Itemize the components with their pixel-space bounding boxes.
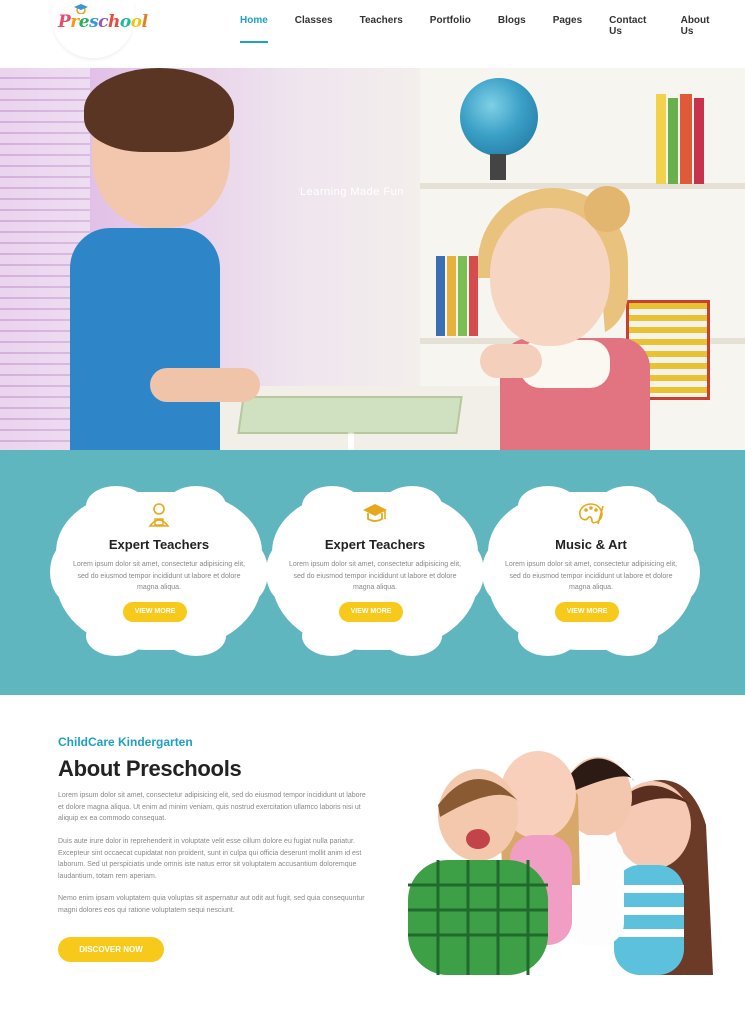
nav-item-teachers[interactable]: Teachers [360, 15, 403, 37]
nav-item-contact-us[interactable]: Contact Us [609, 15, 653, 37]
about-paragraph: Duis aute irure dolor in reprehenderit i… [58, 838, 362, 880]
discover-now-button[interactable]: DISCOVER NOW [58, 937, 164, 962]
about-title: About Preschools [58, 756, 242, 781]
features-section: Expert Teachers Lorem ipsum dolor sit ame… [0, 450, 745, 695]
feature-card: Expert Teachers Lorem ipsum dolor sit ame… [50, 486, 268, 656]
graduation-cap-icon [272, 502, 478, 528]
nav-item-pages[interactable]: Pages [553, 15, 582, 37]
feature-text: Lorem ipsum dolor sit amet, consectetur … [73, 561, 245, 591]
view-more-button[interactable]: VIEW MORE [339, 602, 403, 622]
hero-slider: Learning Made Fun [0, 68, 745, 450]
slider-dot[interactable] [352, 432, 354, 451]
logo-text: Preschool [58, 12, 148, 32]
feature-title: Expert Teachers [108, 537, 210, 552]
slider-dots [348, 432, 354, 451]
nav-item-portfolio[interactable]: Portfolio [430, 15, 471, 37]
boy-figure [70, 228, 220, 450]
view-more-button[interactable]: VIEW MORE [555, 602, 619, 622]
about-subtitle: ChildCare Kindergarten [58, 735, 193, 749]
kids-photo [388, 735, 718, 975]
feature-text: Lorem ipsum dolor sit amet, consectetur … [505, 561, 677, 591]
kids-illustration [408, 751, 713, 975]
feature-card: Expert Teachers Lorem ipsum dolor sit ame… [266, 486, 484, 656]
feature-title: Expert Teachers [324, 537, 426, 552]
about-paragraph: Lorem ipsum dolor sit amet, consectetur … [58, 792, 366, 822]
view-more-button[interactable]: VIEW MORE [123, 602, 187, 622]
feature-title: Music & Art [555, 537, 627, 552]
logo[interactable]: Preschool [58, 4, 148, 32]
feature-text: Lorem ipsum dolor sit amet, consectetur … [289, 561, 461, 591]
about-paragraph: Nemo enim ipsam voluptatem quia voluptas… [58, 895, 365, 914]
nav-item-about-us[interactable]: About Us [681, 15, 718, 37]
graduation-hat-icon [74, 4, 88, 14]
nav-item-home[interactable]: Home [240, 15, 268, 43]
palette-icon [488, 502, 694, 528]
nav-item-blogs[interactable]: Blogs [498, 15, 526, 37]
main-nav: Home Classes Teachers Portfolio Blogs Pages Co… [240, 15, 745, 43]
board-game [237, 396, 463, 434]
teacher-icon [56, 502, 262, 528]
nav-item-classes[interactable]: Classes [295, 15, 333, 37]
feature-card: Music & Art Lorem ipsum dolor sit amet, c… [482, 486, 700, 656]
hero-caption: Learning Made Fun [300, 186, 404, 198]
globe-image [460, 78, 538, 156]
header: Preschool Home Classes Teachers Portfolio Bl… [0, 0, 745, 58]
